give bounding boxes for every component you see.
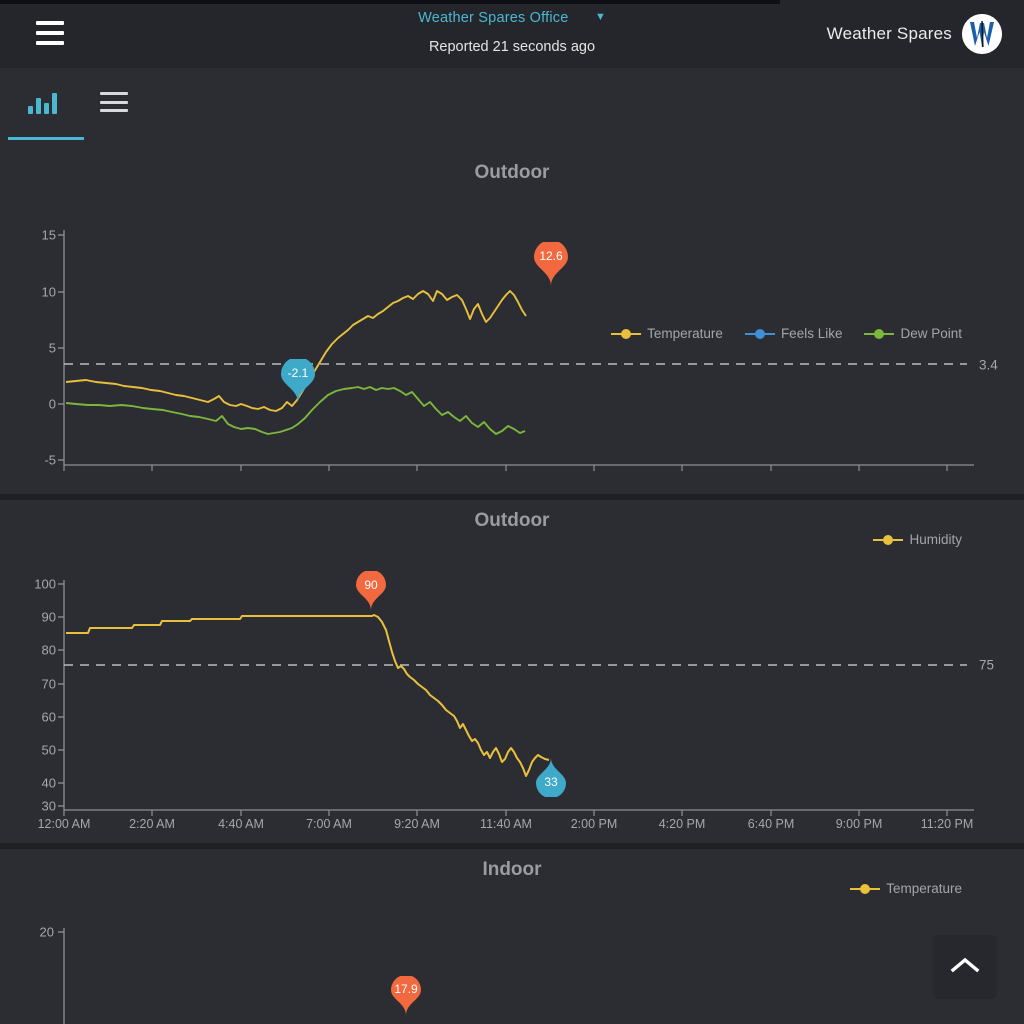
scroll-to-top-button[interactable] [933,935,997,999]
chart-toolbar: Daily ‹ Apr/16/2021 16 › Export [0,72,1024,144]
x-axis-tick: 4:20 PM [659,817,706,831]
x-axis-tick: 2:20 AM [129,817,175,831]
x-axis-tick: 2:00 PM [571,817,618,831]
chart-plot-area [0,500,1024,845]
x-axis-tick: 11:20 PM [921,817,974,831]
chart-plot-area [0,144,1024,496]
brand-name-label: Weather Spares [827,24,952,44]
chevron-up-icon [950,956,980,979]
site-name-label[interactable]: Weather Spares Office [418,10,568,26]
chevron-down-icon[interactable]: ▼ [595,11,606,23]
x-axis-tick: 9:20 AM [394,817,440,831]
panel-indoor-temperature: Indoor Temperature 20 17.9 [0,849,1024,1024]
weather-spares-logo-icon [962,14,1002,54]
brand: Weather Spares [827,14,1002,54]
threshold-label: 3.4 [979,358,998,373]
panel-outdoor-humidity: Outdoor Humidity 100 90 80 70 60 50 40 3… [0,500,1024,845]
x-axis-tick: 12:00 AM [38,817,91,831]
chart-plot-area [0,849,1024,1024]
x-axis-tick: 7:00 AM [306,817,352,831]
panel-outdoor-temperature: Outdoor Temperature Feels Like Dew Point [0,144,1024,496]
x-axis-tick: 4:40 AM [218,817,264,831]
dashboard-root: Weather Spares Office ▼ Reported 21 seco… [0,0,1024,1024]
status-strip [0,0,780,4]
list-icon[interactable] [100,92,128,112]
bar-chart-icon[interactable] [28,90,62,114]
x-axis-tick: 9:00 PM [836,817,883,831]
active-tab-indicator [8,137,84,140]
x-axis-tick: 11:40 AM [480,817,532,831]
threshold-label: 75 [979,658,994,673]
top-bar: Weather Spares Office ▼ Reported 21 seco… [0,0,1024,68]
x-axis-tick: 6:40 PM [748,817,795,831]
